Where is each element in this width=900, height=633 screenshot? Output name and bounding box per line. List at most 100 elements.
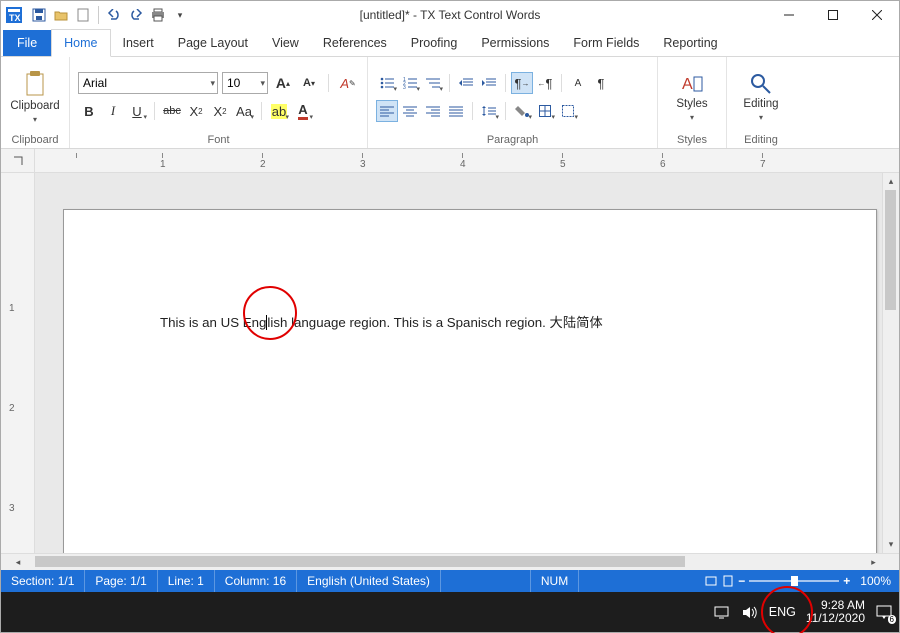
font-color-button[interactable]: A▾	[292, 100, 314, 122]
tab-home[interactable]: Home	[51, 29, 110, 57]
maximize-button[interactable]	[811, 1, 855, 29]
align-justify-button[interactable]	[445, 100, 467, 122]
fit-width-icon[interactable]	[704, 575, 718, 587]
align-right-button[interactable]	[422, 100, 444, 122]
tab-proofing[interactable]: Proofing	[399, 30, 470, 56]
new-icon[interactable]	[73, 5, 93, 25]
volume-icon[interactable]	[741, 603, 759, 621]
scroll-thumb-v[interactable]	[885, 190, 896, 310]
status-page[interactable]: Page: 1/1	[85, 570, 157, 592]
multilevel-button[interactable]: ▾	[422, 72, 444, 94]
open-icon[interactable]	[51, 5, 71, 25]
tab-permissions[interactable]: Permissions	[469, 30, 561, 56]
show-marks-button[interactable]: ¶	[590, 72, 612, 94]
grow-font-button[interactable]: A▴	[272, 72, 294, 94]
shading-button[interactable]: ▾	[511, 100, 533, 122]
sort-button[interactable]: A	[567, 72, 589, 94]
shrink-font-button[interactable]: A▾	[298, 72, 320, 94]
group-editing: Editing ▾ Editing	[727, 57, 795, 148]
separator	[261, 102, 262, 120]
font-size-combo[interactable]: 10▾	[222, 72, 268, 94]
font-family-value: Arial	[83, 76, 107, 90]
scroll-track-v[interactable]	[883, 190, 900, 536]
separator	[449, 74, 450, 92]
undo-icon[interactable]	[104, 5, 124, 25]
tab-insert[interactable]: Insert	[111, 30, 166, 56]
chevron-down-icon: ▾	[690, 113, 694, 122]
window-controls	[767, 1, 899, 29]
line-spacing-button[interactable]: ▾	[478, 100, 500, 122]
tab-page-layout[interactable]: Page Layout	[166, 30, 260, 56]
clear-format-button[interactable]: A✎	[337, 72, 359, 94]
borders-button[interactable]: ▾	[534, 100, 556, 122]
zoom-slider[interactable]	[749, 580, 839, 582]
tab-reporting[interactable]: Reporting	[651, 30, 729, 56]
italic-button[interactable]: I	[102, 100, 124, 122]
status-num[interactable]: NUM	[531, 570, 579, 592]
clipboard-button[interactable]: Clipboard ▾	[9, 71, 61, 124]
status-section[interactable]: Section: 1/1	[1, 570, 85, 592]
scroll-thumb-h[interactable]	[35, 556, 685, 567]
tab-view[interactable]: View	[260, 30, 311, 56]
separator	[328, 74, 329, 92]
document-text[interactable]: This is an US English language region. T…	[160, 312, 603, 331]
horizontal-ruler-row: 1 2 3 4 5 6 7	[1, 149, 899, 173]
close-button[interactable]	[855, 1, 899, 29]
numbering-button[interactable]: 123▾	[399, 72, 421, 94]
frames-button[interactable]: ▾	[557, 100, 579, 122]
zoom-out-button[interactable]: −	[738, 574, 745, 588]
scroll-right-button[interactable]: ▸	[865, 554, 882, 571]
tray-clock[interactable]: 9:28 AM 11/12/2020	[806, 599, 865, 625]
font-family-combo[interactable]: Arial▾	[78, 72, 218, 94]
document-viewport[interactable]: This is an US English language region. T…	[35, 173, 882, 553]
change-case-button[interactable]: Aa▾	[233, 100, 255, 122]
clipboard-icon	[24, 71, 46, 97]
ruler-corner[interactable]	[1, 149, 35, 173]
decrease-indent-button[interactable]	[455, 72, 477, 94]
horizontal-ruler[interactable]: 1 2 3 4 5 6 7	[35, 149, 899, 173]
status-line[interactable]: Line: 1	[158, 570, 215, 592]
scroll-track-h[interactable]	[35, 554, 865, 570]
qat-more-icon[interactable]: ▾	[170, 5, 190, 25]
minimize-button[interactable]	[767, 1, 811, 29]
rtl-button[interactable]: ←¶	[534, 72, 556, 94]
vertical-scrollbar[interactable]: ▴ ▾	[882, 173, 899, 553]
zoom-slider-thumb[interactable]	[791, 576, 798, 586]
highlight-button[interactable]: ab▾	[268, 100, 290, 122]
tab-references[interactable]: References	[311, 30, 399, 56]
save-icon[interactable]	[29, 5, 49, 25]
fit-page-icon[interactable]	[722, 575, 734, 587]
underline-button[interactable]: U▾	[126, 100, 148, 122]
subscript-button[interactable]: X2	[185, 100, 207, 122]
vertical-ruler[interactable]: 1 2 3	[1, 173, 35, 553]
superscript-button[interactable]: X2	[209, 100, 231, 122]
editing-button[interactable]: Editing ▾	[735, 73, 787, 122]
scroll-down-button[interactable]: ▾	[883, 536, 900, 553]
bullets-button[interactable]: ▾	[376, 72, 398, 94]
horizontal-scrollbar[interactable]: ◂ ▸	[1, 553, 899, 570]
tab-form-fields[interactable]: Form Fields	[561, 30, 651, 56]
align-left-button[interactable]	[376, 100, 398, 122]
chevron-down-icon: ▾	[759, 113, 763, 122]
styles-button[interactable]: A Styles ▾	[666, 73, 718, 122]
bold-button[interactable]: B	[78, 100, 100, 122]
status-language[interactable]: English (United States)	[297, 570, 441, 592]
scroll-corner	[882, 554, 899, 570]
scroll-up-button[interactable]: ▴	[883, 173, 900, 190]
chevron-down-icon: ▾	[33, 115, 37, 124]
input-language[interactable]: ENG	[769, 605, 796, 619]
increase-indent-button[interactable]	[478, 72, 500, 94]
notifications-icon[interactable]: 6	[875, 603, 893, 621]
strike-button[interactable]: abc	[161, 100, 183, 122]
page[interactable]: This is an US English language region. T…	[63, 209, 877, 553]
zoom-value[interactable]: 100%	[860, 574, 891, 588]
scroll-left-button[interactable]: ◂	[1, 554, 35, 571]
align-center-button[interactable]	[399, 100, 421, 122]
zoom-in-button[interactable]: +	[843, 574, 850, 588]
status-column[interactable]: Column: 16	[215, 570, 297, 592]
network-icon[interactable]	[713, 603, 731, 621]
ltr-button[interactable]: ¶→	[511, 72, 533, 94]
redo-icon[interactable]	[126, 5, 146, 25]
print-icon[interactable]	[148, 5, 168, 25]
tab-file[interactable]: File	[3, 30, 51, 56]
